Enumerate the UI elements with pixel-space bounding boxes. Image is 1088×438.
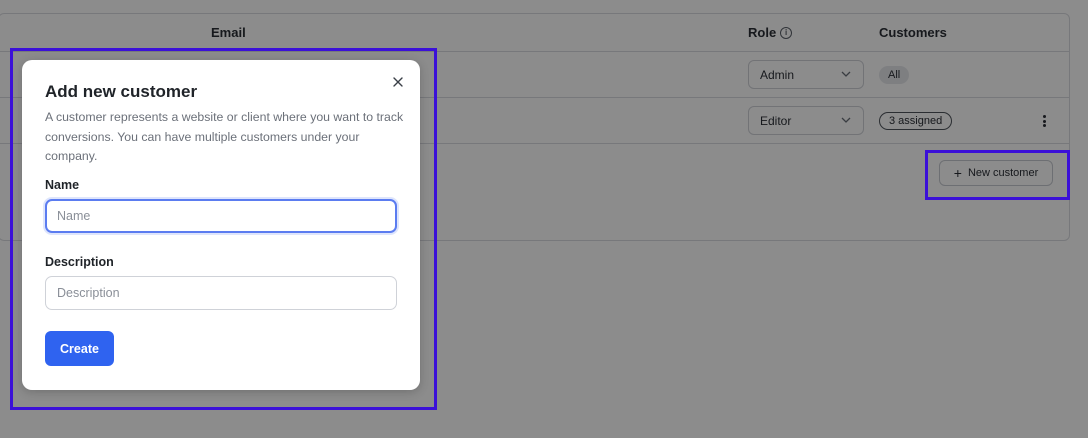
close-icon[interactable] bbox=[391, 75, 405, 89]
name-label: Name bbox=[45, 178, 80, 192]
description-label: Description bbox=[45, 255, 114, 269]
dialog-title: Add new customer bbox=[45, 82, 198, 101]
dialog-description: A customer represents a website or clien… bbox=[45, 110, 404, 163]
create-button[interactable]: Create bbox=[45, 331, 114, 366]
name-input[interactable] bbox=[45, 199, 397, 233]
add-customer-dialog: Add new customer A customer represents a… bbox=[22, 60, 420, 390]
description-input[interactable] bbox=[45, 276, 397, 310]
